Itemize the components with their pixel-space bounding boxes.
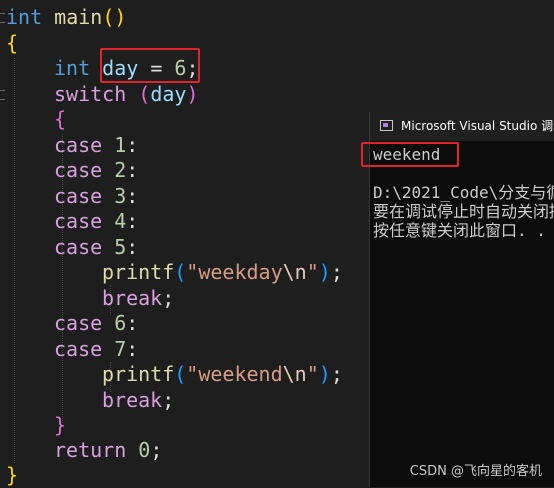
- code-line-17: }: [54, 413, 66, 438]
- brace: {: [54, 107, 67, 131]
- function-name: printf: [102, 362, 175, 386]
- code-highlight-box: [100, 48, 200, 83]
- visual-studio-icon: [380, 120, 393, 131]
- keyword: case: [54, 311, 103, 335]
- keyword: case: [54, 235, 103, 259]
- keyword: int: [54, 56, 91, 80]
- code-line-15: printf("weekend\n");: [102, 362, 343, 387]
- keyword: switch: [54, 82, 127, 106]
- keyword: case: [54, 133, 103, 157]
- code-line-16: break;: [102, 388, 174, 413]
- colon: :: [126, 337, 139, 361]
- keyword: return: [54, 438, 127, 462]
- watermark-text: CSDN @飞向星的客机: [409, 464, 542, 479]
- debug-console-window[interactable]: Microsoft Visual Studio 调试控制台 weekend D:…: [369, 112, 554, 487]
- escape-sequence: \n: [282, 260, 307, 284]
- code-line-19: }: [6, 463, 18, 488]
- function-name: printf: [102, 260, 175, 284]
- brace: {: [6, 31, 19, 55]
- paren: ): [114, 5, 127, 29]
- console-path-line: D:\2021_Code\分支与循环\Debug\分支与循环.exe: [373, 183, 554, 202]
- number: 2: [114, 158, 127, 182]
- code-line-8: case 3:: [54, 184, 138, 209]
- function-name: main: [54, 5, 103, 29]
- colon: :: [126, 209, 139, 233]
- string-literal: "weekend: [186, 362, 283, 386]
- paren: ): [318, 362, 331, 386]
- code-line-13: case 6:: [54, 311, 138, 336]
- console-title: Microsoft Visual Studio 调试控制台: [401, 119, 554, 133]
- semicolon: ;: [162, 286, 175, 310]
- number: 4: [114, 209, 127, 233]
- code-line-6: case 1:: [54, 133, 138, 158]
- paren: (: [138, 82, 151, 106]
- number: 0: [138, 438, 151, 462]
- keyword: case: [54, 158, 103, 182]
- colon: :: [126, 133, 139, 157]
- semicolon: ;: [162, 388, 175, 412]
- variable: day: [150, 82, 187, 106]
- keyword: case: [54, 337, 103, 361]
- number: 6: [114, 311, 127, 335]
- code-line-10: case 5:: [54, 235, 138, 260]
- escape-sequence: \n: [282, 362, 307, 386]
- number: 7: [114, 337, 127, 361]
- code-line-2: {: [6, 31, 18, 56]
- keyword: case: [54, 184, 103, 208]
- console-close-line: 按任意键关闭此窗口. . .: [373, 221, 554, 240]
- string-literal: "weekday: [186, 260, 283, 284]
- colon: :: [126, 184, 139, 208]
- keyword: break: [102, 388, 163, 412]
- code-line-14: case 7:: [54, 337, 138, 362]
- semicolon: ;: [330, 362, 343, 386]
- keyword: case: [54, 209, 103, 233]
- colon: :: [126, 158, 139, 182]
- colon: :: [126, 311, 139, 335]
- keyword: int: [6, 5, 43, 29]
- paren: (: [174, 362, 187, 386]
- code-line-1: int main(): [6, 5, 126, 30]
- console-hint-line: 要在调试停止时自动关闭控制台，请启用: [373, 202, 554, 221]
- paren: ): [318, 260, 331, 284]
- console-title-bar[interactable]: Microsoft Visual Studio 调试控制台: [370, 112, 554, 141]
- code-line-5: {: [54, 107, 66, 132]
- string-literal: ": [306, 260, 319, 284]
- indent-guide: [14, 58, 15, 463]
- number: 3: [114, 184, 127, 208]
- semicolon: ;: [330, 260, 343, 284]
- output-highlight-box: [361, 142, 459, 167]
- code-line-9: case 4:: [54, 209, 138, 234]
- code-line-11: printf("weekday\n");: [102, 260, 343, 285]
- fold-marker-icon[interactable]: [0, 90, 5, 100]
- code-line-4: switch (day): [54, 82, 199, 107]
- code-line-12: break;: [102, 286, 174, 311]
- string-literal: ": [306, 362, 319, 386]
- code-line-7: case 2:: [54, 158, 138, 183]
- code-line-18: return 0;: [54, 438, 162, 463]
- colon: :: [126, 235, 139, 259]
- paren: (: [174, 260, 187, 284]
- brace: }: [54, 413, 67, 437]
- paren: ): [186, 82, 199, 106]
- number: 1: [114, 133, 127, 157]
- semicolon: ;: [150, 438, 163, 462]
- brace: }: [6, 463, 19, 487]
- keyword: break: [102, 286, 163, 310]
- fold-marker-icon[interactable]: [0, 13, 5, 23]
- paren: (: [102, 5, 115, 29]
- number: 5: [114, 235, 127, 259]
